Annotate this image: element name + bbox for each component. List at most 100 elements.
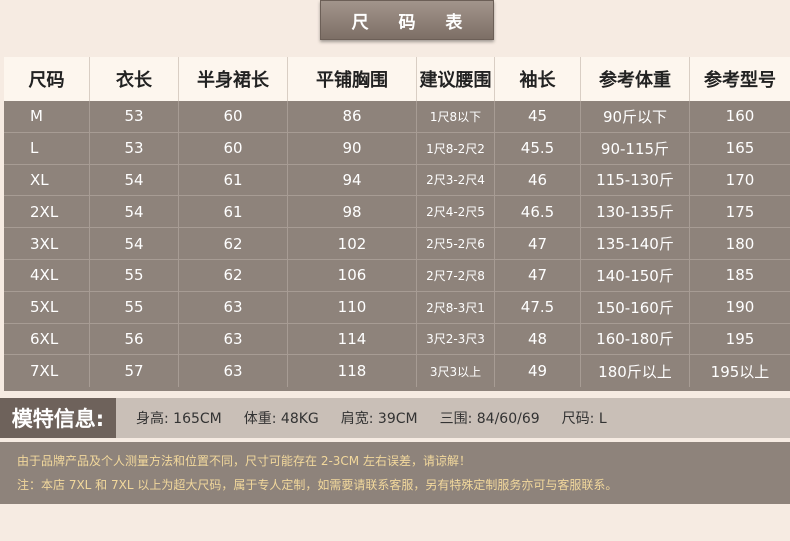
model-measurements: 三围: 84/60/69 (439, 411, 540, 427)
cell-weight: 90-115斤 (581, 132, 690, 164)
size-chart-title: 尺 码 表 (351, 12, 475, 33)
cell-skirt-length: 61 (179, 164, 288, 196)
cell-size: 6XL (4, 323, 90, 355)
note-measurement-error: 由于品牌产品及个人测量方法和位置不同，尺寸可能存在 2-3CM 左右误差，请谅解… (17, 454, 471, 468)
table-body: M 53 60 86 1尺8以下 45 90斤以下 160 L 53 60 90… (4, 101, 790, 388)
cell-length: 53 (90, 101, 179, 132)
cell-weight: 115-130斤 (581, 164, 690, 196)
cell-model-size: 195以上 (710, 362, 770, 381)
cell-size: 5XL (4, 291, 90, 323)
cell-waist: 3尺2-3尺3 (417, 323, 495, 355)
cell-length: 54 (90, 196, 179, 228)
cell-model-size: 180 (725, 234, 755, 253)
cell-size: L (4, 132, 90, 164)
cell-model-size: 185 (725, 266, 755, 285)
header-sleeve: 袖长 (495, 57, 581, 101)
cell-skirt-length: 61 (179, 196, 288, 228)
model-shoulder: 肩宽: 39CM (340, 411, 418, 427)
cell-skirt-length: 63 (179, 355, 288, 388)
model-info-bar: 模特信息: 身高: 165CM 体重: 48KG 肩宽: 39CM 三围: 84… (0, 398, 790, 438)
cell-sleeve: 45 (495, 101, 581, 132)
cell-model-size: 175 (725, 202, 755, 221)
header-waist: 建议腰围 (417, 57, 495, 101)
cell-model-size: 165 (725, 139, 755, 158)
table-row: 2XL 54 61 98 2尺4-2尺5 46.5 130-135斤 175 (4, 196, 790, 229)
table-row: 3XL 54 62 102 2尺5-2尺6 47 135-140斤 180 (4, 228, 790, 260)
cell-length: 54 (90, 164, 179, 196)
cell-weight: 130-135斤 (581, 196, 690, 228)
cell-waist: 2尺7-2尺8 (417, 259, 495, 291)
cell-sleeve: 48 (495, 323, 581, 355)
cell-skirt-length: 60 (179, 132, 288, 164)
cell-waist: 2尺3-2尺4 (417, 164, 495, 196)
size-table: 尺码 衣长 半身裙长 平铺胸围 建议腰围 袖长 参考体重 参考型号 M 53 6… (4, 57, 790, 391)
cell-model-size: 170 (725, 170, 755, 189)
cell-skirt-length: 60 (179, 101, 288, 132)
cell-length: 55 (90, 259, 179, 291)
header-weight: 参考体重 (581, 57, 690, 101)
cell-weight: 135-140斤 (581, 228, 690, 259)
cell-sleeve: 47.5 (495, 291, 581, 323)
cell-chest: 90 (288, 132, 417, 164)
cell-waist: 3尺3以上 (417, 355, 495, 388)
cell-weight: 90斤以下 (581, 101, 690, 132)
cell-waist: 1尺8以下 (417, 101, 495, 132)
cell-weight: 140-150斤 (581, 259, 690, 291)
cell-sleeve: 45.5 (495, 132, 581, 164)
cell-size: M (4, 101, 90, 132)
table-row: 7XL 57 63 118 3尺3以上 49 180斤以上 195以上 (4, 355, 790, 388)
cell-sleeve: 46.5 (495, 196, 581, 228)
cell-weight: 180斤以上 (581, 355, 690, 388)
cell-length: 57 (90, 355, 179, 388)
header-chest: 平铺胸围 (288, 57, 417, 101)
model-weight: 体重: 48KG (243, 411, 319, 427)
cell-model-size: 160 (725, 107, 755, 126)
cell-size: 2XL (4, 196, 90, 228)
cell-size: 3XL (4, 228, 90, 259)
cell-waist: 2尺5-2尺6 (417, 228, 495, 259)
cell-chest: 86 (288, 101, 417, 132)
cell-waist: 2尺4-2尺5 (417, 196, 495, 228)
cell-size: XL (4, 164, 90, 196)
model-info-label: 模特信息: (0, 398, 116, 438)
header-size: 尺码 (4, 57, 90, 101)
cell-skirt-length: 62 (179, 228, 288, 259)
cell-chest: 110 (288, 291, 417, 323)
cell-skirt-length: 63 (179, 323, 288, 355)
cell-weight: 150-160斤 (581, 291, 690, 323)
header-length: 衣长 (90, 57, 179, 101)
model-height: 身高: 165CM (136, 411, 222, 427)
cell-model-size: 195 (725, 329, 755, 348)
cell-skirt-length: 62 (179, 259, 288, 291)
cell-waist: 2尺8-3尺1 (417, 291, 495, 323)
cell-chest: 114 (288, 323, 417, 355)
cell-size: 4XL (4, 259, 90, 291)
cell-sleeve: 46 (495, 164, 581, 196)
cell-chest: 98 (288, 196, 417, 228)
cell-weight: 160-180斤 (581, 323, 690, 355)
size-chart-title-box: 尺 码 表 (320, 0, 494, 40)
cell-length: 56 (90, 323, 179, 355)
cell-skirt-length: 63 (179, 291, 288, 323)
cell-length: 55 (90, 291, 179, 323)
cell-chest: 106 (288, 259, 417, 291)
notes-panel: 由于品牌产品及个人测量方法和位置不同，尺寸可能存在 2-3CM 左右误差，请谅解… (0, 442, 790, 504)
table-row: XL 54 61 94 2尺3-2尺4 46 115-130斤 170 (4, 164, 790, 197)
cell-chest: 94 (288, 164, 417, 196)
note-oversize: 注：本店 7XL 和 7XL 以上为超大尺码，属于专人定制，如需要请联系客服，另… (17, 478, 618, 492)
table-row: 4XL 55 62 106 2尺7-2尺8 47 140-150斤 185 (4, 259, 790, 292)
header-skirt-length: 半身裙长 (179, 57, 288, 101)
table-row: M 53 60 86 1尺8以下 45 90斤以下 160 (4, 101, 790, 133)
cell-length: 53 (90, 132, 179, 164)
cell-model-size: 190 (725, 298, 755, 317)
model-size: 尺码: L (561, 411, 607, 427)
cell-sleeve: 49 (495, 355, 581, 388)
cell-size: 7XL (4, 355, 90, 388)
header-model-size: 参考型号 (704, 70, 776, 91)
cell-waist: 1尺8-2尺2 (417, 132, 495, 164)
table-row: 6XL 56 63 114 3尺2-3尺3 48 160-180斤 195 (4, 323, 790, 356)
cell-length: 54 (90, 228, 179, 259)
table-header-row: 尺码 衣长 半身裙长 平铺胸围 建议腰围 袖长 参考体重 参考型号 (4, 57, 790, 101)
cell-chest: 102 (288, 228, 417, 259)
cell-chest: 118 (288, 355, 417, 388)
